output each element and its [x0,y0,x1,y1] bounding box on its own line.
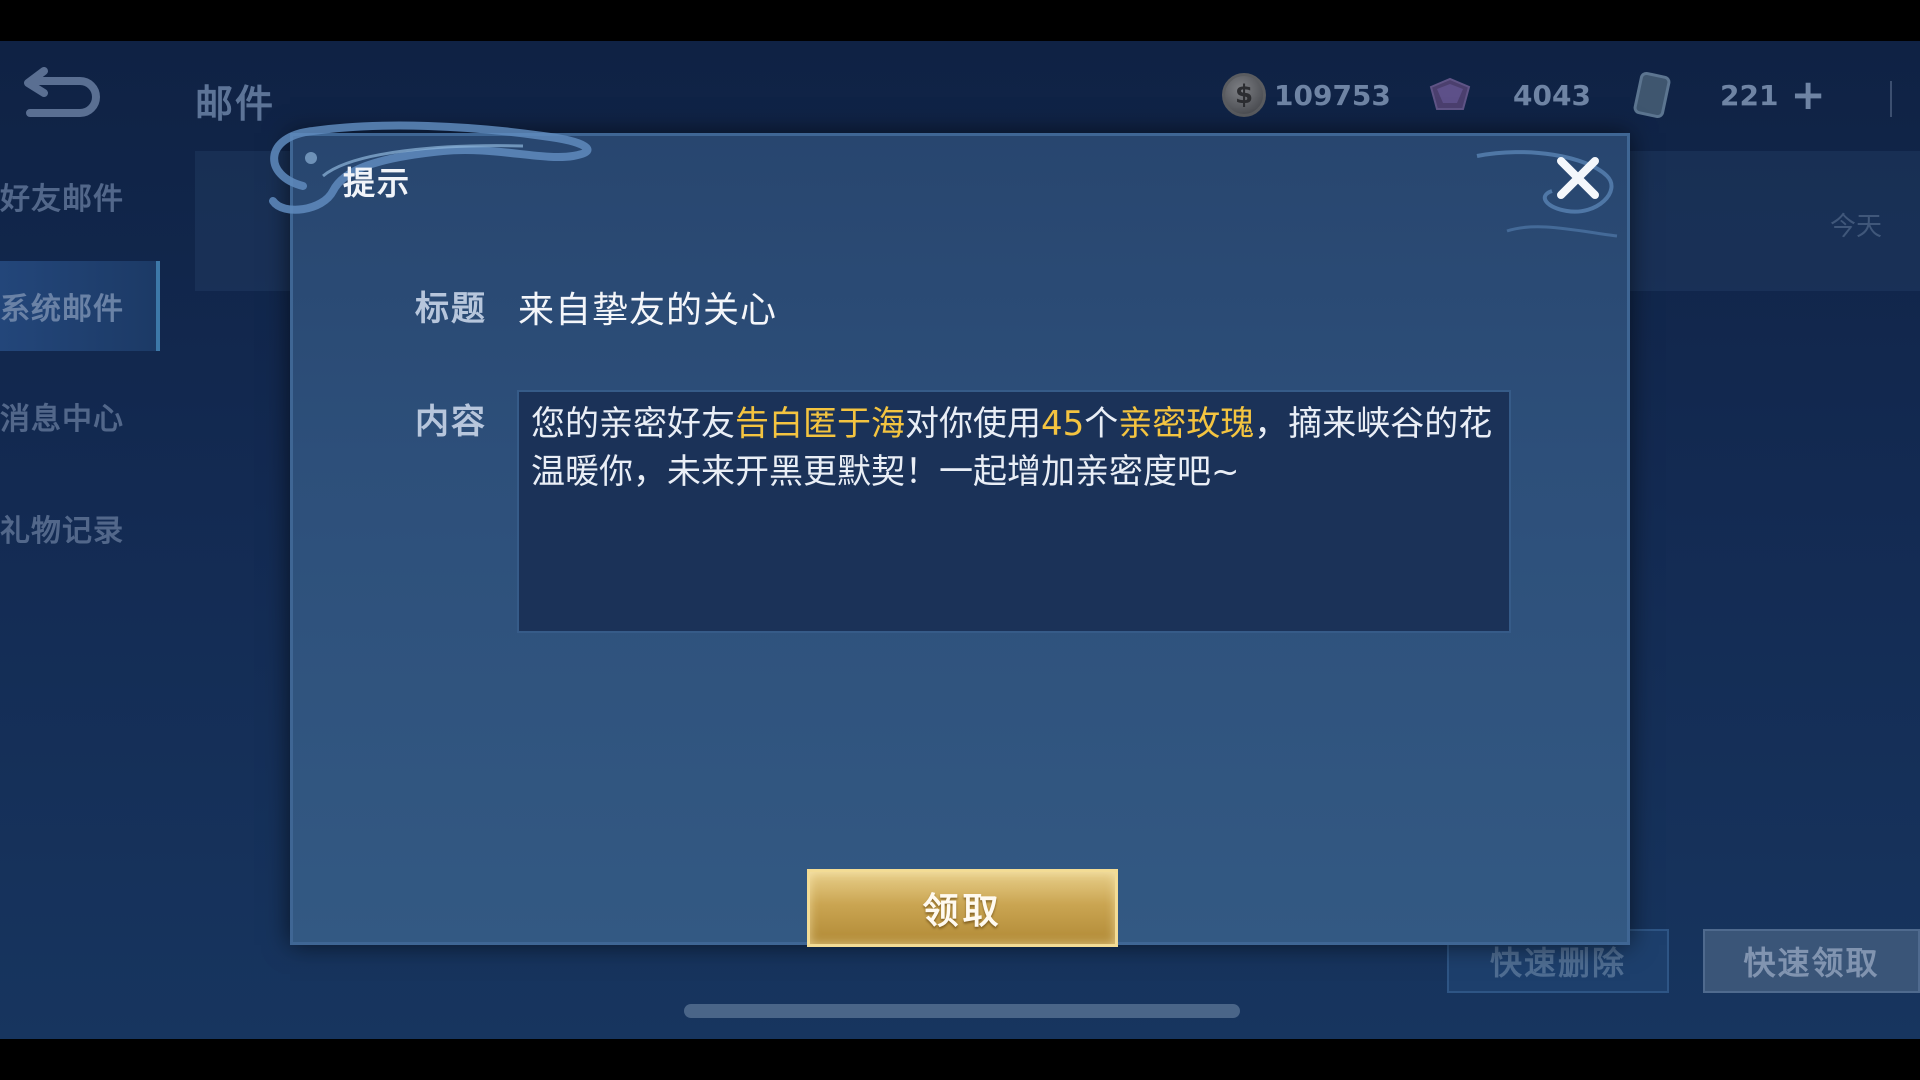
claim-button[interactable]: 领取 [807,869,1118,947]
ticket-counter: 221 + [1632,71,1826,119]
back-arrow-icon [24,67,100,117]
friend-name: 告白匿于海 [735,404,905,444]
close-button[interactable] [1548,148,1608,208]
sidebar-item-message-center[interactable]: 消息中心 [0,371,160,461]
sidebar-item-friend-mail[interactable]: 好友邮件 [0,151,160,241]
content-part: 您的亲密好友 [531,404,735,444]
letterbox-bar [0,1039,1920,1080]
coin-counter: $ 109753 [1222,71,1391,119]
menu-edge-icon[interactable] [1890,81,1920,117]
sidebar-item-gift-record[interactable]: 礼物记录 [0,483,160,573]
coin-value: 109753 [1274,78,1391,112]
plus-icon[interactable]: + [1790,74,1825,116]
game-screen: 邮件 $ 109753 4043 221 + 好友邮件 系统邮件 消息中心 礼物… [0,41,1920,1039]
dialog-title: 提示 [343,164,412,202]
ticket-icon [1633,71,1671,119]
gem-icon [1429,77,1471,110]
mail-content: 您的亲密好友告白匿于海对你使用45个亲密玫瑰，摘来峡谷的花温暖你，未来开黑更默契… [517,390,1511,633]
sidebar-item-label: 礼物记录 [0,514,124,549]
gem-value: 4043 [1513,78,1591,112]
item-count: 45 [1041,404,1085,444]
home-indicator[interactable] [684,1004,1240,1018]
ticket-value: 221 [1720,78,1779,112]
content-part: 个 [1084,404,1119,444]
sidebar-item-system-mail[interactable]: 系统邮件 [0,261,160,351]
coin-icon: $ [1222,73,1266,117]
sidebar-item-label: 系统邮件 [0,292,124,327]
gem-counter: 4043 [1425,71,1591,119]
subject-label: 标题 [415,289,487,329]
close-icon [1557,157,1599,199]
item-name: 亲密玫瑰 [1118,404,1255,444]
quick-claim-button[interactable]: 快速领取 [1703,929,1920,993]
sidebar-item-label: 消息中心 [0,402,124,437]
sidebar-item-label: 好友邮件 [0,182,124,217]
mail-date: 今天 [1830,212,1883,242]
mail-subject: 来自挚友的关心 [518,290,778,331]
mail-sidebar: 好友邮件 系统邮件 消息中心 礼物记录 [0,151,160,671]
notice-dialog: 提示 标题 来自挚友的关心 内容 您的亲密好友告白匿于海对你使用45个亲密玫瑰，… [269,121,1630,947]
content-part: 对你使用 [905,404,1041,444]
cloud-ornament-icon [269,121,592,214]
content-label: 内容 [415,402,487,442]
back-button[interactable] [18,67,108,117]
